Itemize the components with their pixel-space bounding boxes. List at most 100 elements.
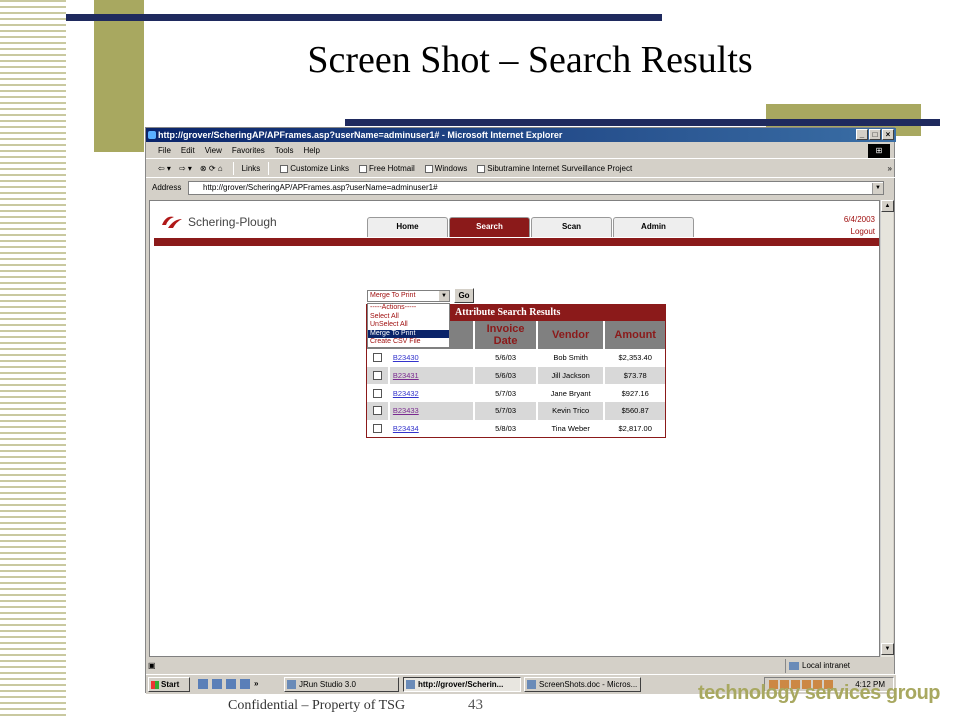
stop-refresh-home-icons[interactable]: ⊗ ⟳ ⌂ xyxy=(198,160,225,178)
navy-bar-decoration xyxy=(66,14,662,21)
scroll-up-icon[interactable]: ▲ xyxy=(881,200,894,212)
chevron-down-icon[interactable]: ▼ xyxy=(439,291,449,301)
logout-link[interactable]: Logout xyxy=(844,226,875,238)
vendor-name: Jill Jackson xyxy=(535,366,604,385)
tab-admin[interactable]: Admin xyxy=(613,217,694,237)
vendor-name: Jane Bryant xyxy=(535,384,604,403)
tab-home[interactable]: Home xyxy=(367,217,448,237)
minimize-button[interactable]: _ xyxy=(856,129,868,140)
amount: $927.16 xyxy=(603,384,665,403)
tab-search[interactable]: Search xyxy=(449,217,530,237)
page-number: 43 xyxy=(468,697,483,713)
page-icon xyxy=(424,164,433,173)
quicklaunch-chevron[interactable]: » xyxy=(254,679,258,689)
back-button[interactable]: ⇦ ▾ xyxy=(156,160,173,178)
window-titlebar[interactable]: http://grover/ScheringAP/APFrames.asp?us… xyxy=(146,128,896,142)
scroll-down-icon[interactable]: ▼ xyxy=(881,643,894,655)
ie-icon xyxy=(148,131,156,139)
row-checkbox[interactable] xyxy=(372,371,382,381)
invoice-link[interactable]: B23433 xyxy=(393,406,419,415)
vertical-scrollbar[interactable]: ▲ ▼ xyxy=(880,200,894,657)
word-icon xyxy=(527,680,536,689)
link-customize-links[interactable]: Customize Links xyxy=(277,160,352,178)
option-unselect-all[interactable]: UnSelect All xyxy=(368,321,449,330)
task-jrun-studio[interactable]: JRun Studio 3.0 xyxy=(284,677,399,692)
quicklaunch-icon[interactable] xyxy=(212,679,222,689)
maximize-button[interactable]: □ xyxy=(869,129,881,140)
option-actions-header[interactable]: -----Actions----- xyxy=(368,304,449,313)
logo-mark-icon xyxy=(162,216,182,228)
actions-dropdown-list: -----Actions----- Select All UnSelect Al… xyxy=(367,303,450,348)
amount: $2,353.40 xyxy=(603,349,665,367)
nav-tabs: Home Search Scan Admin xyxy=(367,217,694,237)
page-done-icon: ▣ xyxy=(148,661,156,670)
ie-icon xyxy=(406,680,415,689)
menu-bar: File Edit View Favorites Tools Help ⊞ xyxy=(146,143,896,159)
forward-button[interactable]: ⇨ ▾ xyxy=(177,160,194,178)
invoice-link[interactable]: B23430 xyxy=(393,353,419,362)
menu-help[interactable]: Help xyxy=(303,143,319,158)
toolbar-separator xyxy=(268,162,270,175)
menu-edit[interactable]: Edit xyxy=(181,143,195,158)
invoice-link[interactable]: B23431 xyxy=(393,371,419,380)
zone-label: Local intranet xyxy=(802,661,851,670)
go-button[interactable]: Go xyxy=(454,288,474,303)
row-checkbox[interactable] xyxy=(372,424,382,434)
close-button[interactable]: × xyxy=(882,129,894,140)
slide: Screen Shot – Search Results http://grov… xyxy=(0,0,960,720)
quicklaunch-icon[interactable] xyxy=(240,679,250,689)
scroll-track[interactable] xyxy=(881,212,893,643)
header-divider xyxy=(154,238,879,246)
invoice-date: 5/8/03 xyxy=(473,419,536,438)
menu-view[interactable]: View xyxy=(205,143,222,158)
row-checkbox[interactable] xyxy=(372,353,382,363)
task-word-doc[interactable]: ScreenShots.doc - Micros... xyxy=(524,677,641,692)
toolbar-chevron[interactable]: » xyxy=(888,160,892,178)
slide-title: Screen Shot – Search Results xyxy=(307,39,753,81)
quicklaunch-icon[interactable] xyxy=(226,679,236,689)
task-ie-window[interactable]: http://grover/Scherin... xyxy=(403,677,521,692)
row-checkbox[interactable] xyxy=(372,388,382,398)
invoice-date: 5/6/03 xyxy=(473,349,536,367)
tab-scan[interactable]: Scan xyxy=(531,217,612,237)
windows-logo-icon: ⊞ xyxy=(868,144,890,158)
invoice-date: 5/7/03 xyxy=(473,402,536,420)
link-sibutramine[interactable]: Sibutramine Internet Surveillance Projec… xyxy=(474,160,635,178)
menu-tools[interactable]: Tools xyxy=(275,143,294,158)
invoice-link[interactable]: B23432 xyxy=(393,389,419,398)
menu-file[interactable]: File xyxy=(158,143,171,158)
vendor-name: Tina Weber xyxy=(535,419,604,438)
current-date: 6/4/2003 xyxy=(843,215,875,224)
amount: $73.78 xyxy=(603,366,665,385)
actions-select[interactable]: Merge To Print ▼ xyxy=(367,290,450,302)
footer-confidential: Confidential – Property of TSG xyxy=(228,698,406,713)
address-input[interactable]: http://grover/ScheringAP/APFrames.asp?us… xyxy=(188,181,884,195)
table-row: B23430 5/6/03 Bob Smith $2,353.40 xyxy=(367,349,665,367)
option-create-csv[interactable]: Create CSV File xyxy=(368,338,449,347)
logo-text: Schering-Plough xyxy=(188,215,277,229)
start-button[interactable]: Start xyxy=(148,677,190,692)
header-vendor[interactable]: Vendor xyxy=(535,321,604,349)
link-free-hotmail[interactable]: Free Hotmail xyxy=(356,160,418,178)
quicklaunch-icon[interactable] xyxy=(198,679,208,689)
toolbar-separator xyxy=(232,162,234,175)
option-merge-to-print[interactable]: Merge To Print xyxy=(368,329,449,338)
address-dropdown-icon[interactable]: ▼ xyxy=(872,183,883,194)
row-checkbox[interactable] xyxy=(372,406,382,416)
page-icon xyxy=(477,164,486,173)
header-amount[interactable]: Amount xyxy=(603,321,665,349)
menu-favorites[interactable]: Favorites xyxy=(232,143,265,158)
invoice-date: 5/6/03 xyxy=(473,366,536,385)
olive-block-decoration xyxy=(94,0,144,152)
invoice-link[interactable]: B23434 xyxy=(393,424,419,433)
status-zone: Local intranet xyxy=(785,659,896,673)
link-windows[interactable]: Windows xyxy=(422,160,470,178)
address-bar: Address http://grover/ScheringAP/APFrame… xyxy=(146,179,896,197)
window-title: http://grover/ScheringAP/APFrames.asp?us… xyxy=(158,130,563,140)
windows-flag-icon xyxy=(151,681,159,689)
option-select-all[interactable]: Select All xyxy=(368,313,449,322)
ie-window: http://grover/ScheringAP/APFrames.asp?us… xyxy=(145,127,896,694)
header-right: 6/4/2003 Logout xyxy=(844,214,875,238)
status-bar: ▣ Local intranet xyxy=(146,659,896,673)
header-invoice-date[interactable]: Invoice Date xyxy=(473,321,536,349)
